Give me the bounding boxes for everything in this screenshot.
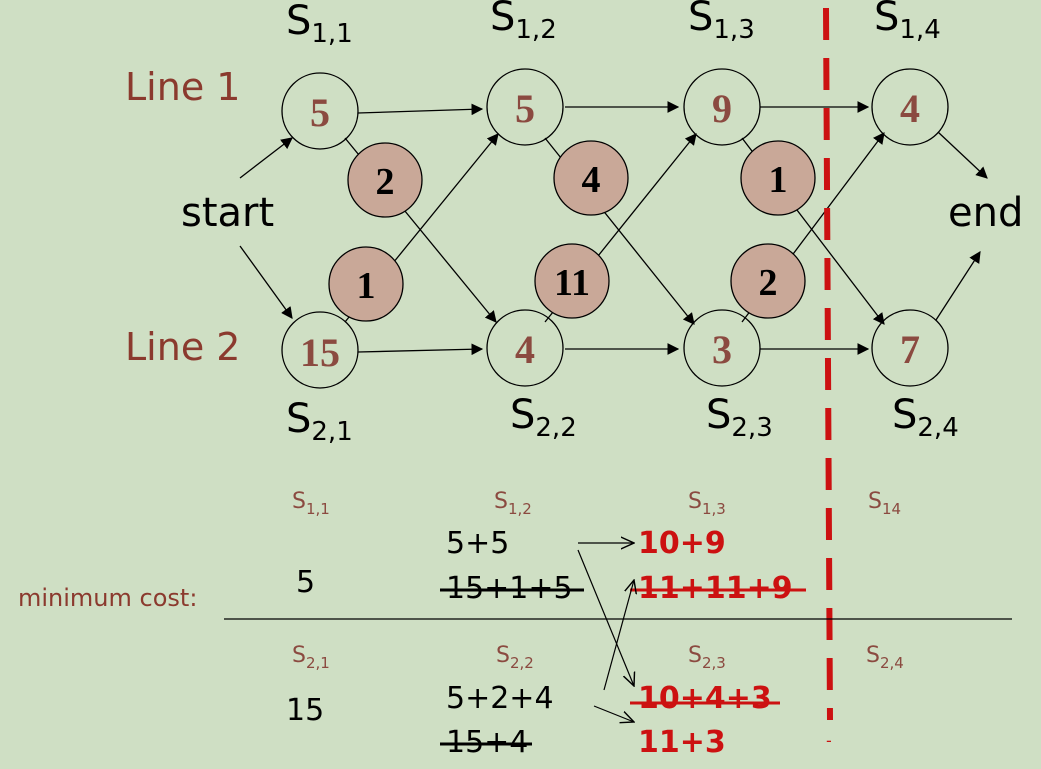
station-s12-value: 5 xyxy=(515,86,535,131)
cost-s22-option-1: 5+2+4 xyxy=(446,681,554,716)
heading-s22: S2,2 xyxy=(510,392,577,443)
transfer-l2-1-value: 1 xyxy=(357,265,376,307)
transfer-l2-2-value: 11 xyxy=(554,262,590,304)
station-s23-value: 3 xyxy=(712,327,732,372)
line1-label: Line 1 xyxy=(125,65,240,109)
cost-s23-option-1: 10+4+3 xyxy=(638,681,772,716)
edge-s14-end xyxy=(937,131,988,179)
edge-s11-s12 xyxy=(357,103,484,116)
th-s13: S1,3 xyxy=(688,489,726,518)
th-s21: S2,1 xyxy=(292,643,330,672)
station-s13: 9 xyxy=(683,68,761,146)
heading-s14: S1,4 xyxy=(874,0,941,45)
cut-dashed-line xyxy=(823,7,833,721)
transfer-l1-3: 1 xyxy=(740,140,816,216)
station-s14: 4 xyxy=(871,68,949,146)
cost-s13-option-1: 10+9 xyxy=(638,526,726,561)
arrow-s22-to-s23 xyxy=(593,705,634,722)
th-s22: S2,2 xyxy=(496,643,534,672)
th-s11: S1,1 xyxy=(292,489,330,518)
tail-mark: - xyxy=(826,731,832,750)
top-headers: S1,1 S1,2 S1,3 S14 xyxy=(292,489,901,518)
station-headings: S1,1 S1,2 S1,3 S1,4 S2,1 S2,2 S2,3 S2,4 xyxy=(286,0,959,447)
station-s21: 15 xyxy=(281,311,359,389)
assembly-line-diagram: 5 5 9 4 15 4 3 7 2 4 1 1 11 2 S1,1 S1,2 … xyxy=(18,0,1023,760)
station-s23: 3 xyxy=(683,309,761,387)
transfer-costs: 2 4 1 1 11 2 xyxy=(328,140,816,322)
station-s24: 7 xyxy=(871,309,949,387)
transfer-l1-1: 2 xyxy=(347,142,423,218)
bottom-headers: S2,1 S2,2 S2,3 S2,4 xyxy=(292,643,904,672)
station-s11-value: 5 xyxy=(310,90,330,135)
th-s23: S2,3 xyxy=(688,643,726,672)
transfer-l1-2-value: 4 xyxy=(582,159,601,201)
cost-s23-option-2: 11+3 xyxy=(638,725,726,760)
start-label: start xyxy=(181,190,274,236)
station-s21-value: 15 xyxy=(300,330,340,375)
line2-label: Line 2 xyxy=(125,325,240,369)
heading-s12: S1,2 xyxy=(490,0,557,45)
edge-start-s21 xyxy=(239,245,293,319)
minimum-cost-label: minimum cost: xyxy=(18,584,197,612)
th-s12: S1,2 xyxy=(494,489,532,518)
heading-s13: S1,3 xyxy=(688,0,755,45)
edge-s21-s22 xyxy=(357,343,484,356)
edge-s24-end xyxy=(935,251,981,321)
th-s14: S14 xyxy=(868,489,901,518)
edge-start-s11 xyxy=(239,137,293,179)
station-s22: 4 xyxy=(486,309,564,387)
heading-s21: S2,1 xyxy=(286,396,353,447)
heading-s23: S2,3 xyxy=(706,392,773,443)
station-s24-value: 7 xyxy=(900,327,920,372)
transfer-l1-1-value: 2 xyxy=(376,161,395,203)
station-s14-value: 4 xyxy=(900,86,920,131)
station-s22-value: 4 xyxy=(515,327,535,372)
heading-s24: S2,4 xyxy=(892,392,959,443)
end-label: end xyxy=(948,190,1023,236)
heading-s11: S1,1 xyxy=(286,0,353,49)
transfer-l2-2: 11 xyxy=(534,243,610,319)
station-s13-value: 9 xyxy=(712,86,732,131)
station-s11: 5 xyxy=(281,72,359,150)
transfer-l1-3-value: 1 xyxy=(769,159,788,201)
th-s24: S2,4 xyxy=(866,643,904,672)
cost-s12-option-1: 5+5 xyxy=(446,526,509,561)
transfer-l2-3: 2 xyxy=(730,243,806,319)
transfer-l2-1: 1 xyxy=(328,246,404,322)
arrow-s12-to-s23 xyxy=(577,549,634,686)
transfer-l1-2: 4 xyxy=(553,140,629,216)
cost-s11: 5 xyxy=(296,565,315,600)
cost-s21: 15 xyxy=(286,693,324,728)
table-arrows xyxy=(577,543,634,722)
cost-table: minimum cost: S1,1 S1,2 S1,3 S14 S2,1 S2… xyxy=(18,489,1012,760)
transfer-l2-3-value: 2 xyxy=(759,262,778,304)
station-s12: 5 xyxy=(486,68,564,146)
